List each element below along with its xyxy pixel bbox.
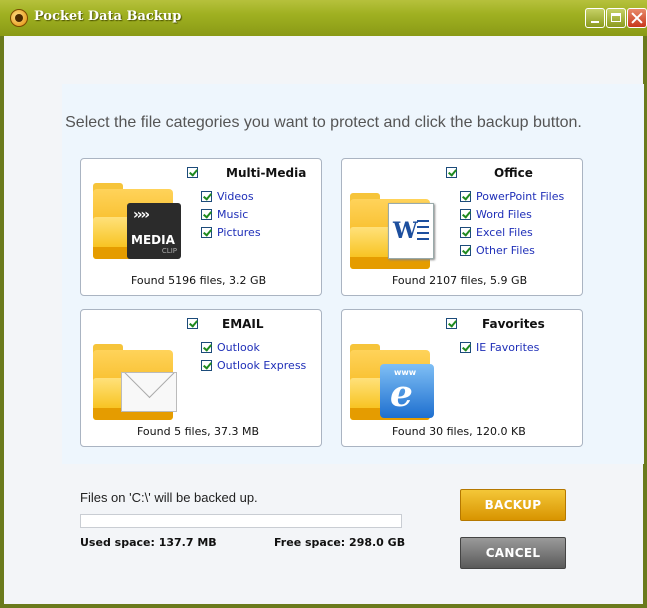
title-bar[interactable]: Pocket Data Backup [0, 0, 647, 36]
media-clip-icon: ›››› MEDIA CLIP [127, 203, 181, 259]
list-item[interactable]: Music [201, 205, 261, 223]
category-title-email: EMAIL [222, 317, 264, 331]
other-files-checkbox[interactable] [460, 244, 471, 256]
item-label: Outlook Express [217, 358, 307, 372]
favorites-items: IE Favorites [460, 338, 539, 356]
envelope-folder-icon [93, 344, 185, 430]
found-count-email: Found 5 files, 37.3 MB [137, 425, 260, 438]
office-checkbox[interactable] [446, 167, 457, 178]
list-item[interactable]: Excel Files [460, 223, 564, 241]
media-clip-label: MEDIA [131, 233, 175, 247]
envelope-icon [121, 372, 177, 412]
category-card-favorites: Favorites IE Favorites www e Found 30 fi… [341, 309, 583, 447]
list-item[interactable]: PowerPoint Files [460, 187, 564, 205]
category-title-multimedia: Multi-Media [226, 166, 307, 180]
ie-favorites-checkbox[interactable] [460, 341, 471, 353]
list-item[interactable]: Pictures [201, 223, 261, 241]
item-label: Excel Files [476, 225, 533, 239]
favorites-checkbox[interactable] [446, 318, 457, 329]
outlook-checkbox[interactable] [201, 341, 212, 353]
category-card-office: Office PowerPoint Files Word Files Excel… [341, 158, 583, 296]
outlook-express-checkbox[interactable] [201, 359, 212, 371]
category-title-office: Office [494, 166, 533, 180]
maximize-button[interactable] [606, 8, 626, 28]
pictures-checkbox[interactable] [201, 226, 212, 238]
backup-button[interactable]: BACKUP [460, 489, 566, 521]
item-label: IE Favorites [476, 340, 540, 354]
media-clip-folder-icon: ›››› MEDIA CLIP [93, 183, 185, 269]
backup-progress-bar [80, 514, 402, 528]
list-item[interactable]: Other Files [460, 241, 564, 259]
ie-folder-icon: www e [350, 344, 442, 430]
category-card-email: EMAIL Outlook Outlook Express Found 5 fi… [80, 309, 322, 447]
powerpoint-files-checkbox[interactable] [460, 190, 471, 202]
list-item[interactable]: IE Favorites [460, 338, 539, 356]
multimedia-items: Videos Music Pictures [201, 187, 261, 241]
item-label: PowerPoint Files [476, 189, 565, 203]
window-title: Pocket Data Backup [34, 9, 182, 24]
excel-files-checkbox[interactable] [460, 226, 471, 238]
found-count-favorites: Found 30 files, 120.0 KB [392, 425, 526, 438]
office-items: PowerPoint Files Word Files Excel Files … [460, 187, 564, 259]
item-label: Word Files [476, 207, 532, 221]
item-label: Outlook [217, 340, 260, 354]
word-document-folder-icon: W [350, 193, 442, 279]
item-label: Pictures [217, 225, 261, 239]
instruction-text: Select the file categories you want to p… [65, 114, 582, 131]
multimedia-checkbox[interactable] [187, 167, 198, 178]
close-button[interactable] [627, 8, 647, 28]
category-title-favorites: Favorites [482, 317, 545, 331]
found-count-multimedia: Found 5196 files, 3.2 GB [131, 274, 267, 287]
app-logo-icon [10, 9, 28, 27]
list-item[interactable]: Outlook [201, 338, 306, 356]
free-space-label: Free space: 298.0 GB [274, 536, 406, 549]
item-label: Other Files [476, 243, 535, 257]
email-checkbox[interactable] [187, 318, 198, 329]
email-items: Outlook Outlook Express [201, 338, 306, 374]
category-card-multimedia: Multi-Media Videos Music Pictures ›››› M… [80, 158, 322, 296]
cancel-button[interactable]: CANCEL [460, 537, 566, 569]
media-clip-sublabel: CLIP [161, 247, 177, 255]
list-item[interactable]: Outlook Express [201, 356, 306, 374]
music-checkbox[interactable] [201, 208, 212, 220]
word-document-icon: W [388, 203, 434, 259]
internet-explorer-icon: www e [380, 364, 434, 418]
word-files-checkbox[interactable] [460, 208, 471, 220]
list-item[interactable]: Videos [201, 187, 261, 205]
found-count-office: Found 2107 files, 5.9 GB [392, 274, 528, 287]
backup-status-message: Files on 'C:\' will be backed up. [80, 490, 258, 505]
list-item[interactable]: Word Files [460, 205, 564, 223]
videos-checkbox[interactable] [201, 190, 212, 202]
minimize-button[interactable] [585, 8, 605, 28]
item-label: Music [217, 207, 249, 221]
item-label: Videos [217, 189, 254, 203]
used-space-label: Used space: 137.7 MB [80, 536, 217, 549]
